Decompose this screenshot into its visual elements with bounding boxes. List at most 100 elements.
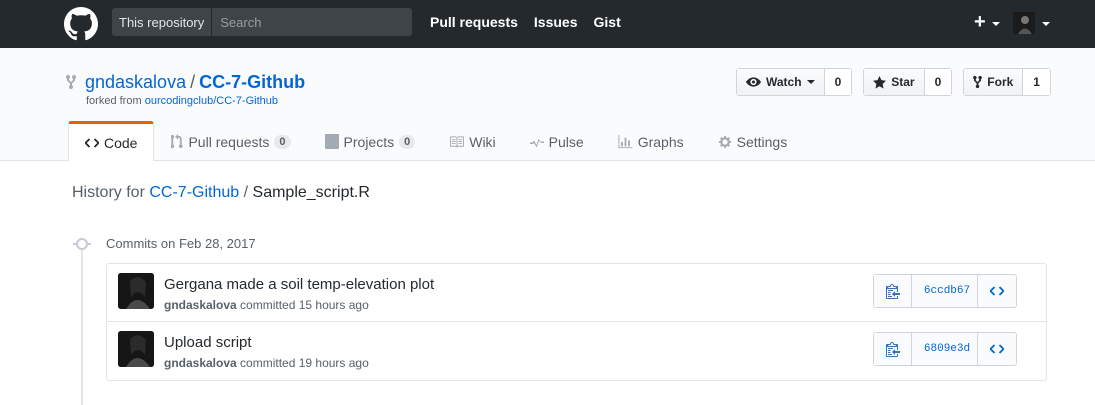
tab-label: Settings bbox=[736, 133, 788, 150]
tab-projects[interactable]: Projects 0 bbox=[308, 121, 433, 161]
chevron-down-icon bbox=[806, 80, 815, 84]
fork-group: Fork 1 bbox=[963, 68, 1051, 96]
top-header: This repository Pull requests Issues Gis… bbox=[0, 0, 1095, 48]
nav-pull-requests[interactable]: Pull requests bbox=[430, 14, 518, 30]
star-group: Star 0 bbox=[863, 68, 953, 96]
repo-header: gndaskalova / CC-7-Github forked from ourc… bbox=[0, 48, 1095, 161]
code-icon bbox=[85, 137, 99, 148]
search-input[interactable] bbox=[212, 14, 393, 30]
tab-pulse[interactable]: Pulse bbox=[513, 121, 601, 161]
top-nav: Pull requests Issues Gist bbox=[430, 14, 637, 30]
fork-count[interactable]: 1 bbox=[1023, 69, 1050, 95]
tab-label: Pulse bbox=[548, 133, 584, 150]
commit-meta: gndaskalova committed 19 hours ago bbox=[164, 356, 369, 370]
watch-count[interactable]: 0 bbox=[824, 69, 852, 95]
forked-from-prefix: forked from bbox=[86, 95, 142, 107]
tab-label: Projects bbox=[343, 133, 395, 150]
forked-from-link[interactable]: ourcodingclub/CC-7-Github bbox=[145, 95, 278, 107]
commit-title[interactable]: Upload script bbox=[164, 334, 252, 351]
tab-pull-requests[interactable]: Pull requests 0 bbox=[154, 121, 307, 161]
browse-files-button[interactable] bbox=[977, 274, 1017, 308]
tab-counter: 0 bbox=[399, 134, 416, 149]
graph-icon bbox=[618, 134, 633, 148]
commit-sha-group: 6809e3d bbox=[873, 332, 983, 366]
repo-title: gndaskalova / CC-7-Github bbox=[85, 72, 305, 93]
git-pull-request-icon bbox=[171, 134, 184, 149]
commit-title[interactable]: Gergana made a soil temp-elevation plot bbox=[164, 276, 434, 293]
avatar-image bbox=[118, 331, 154, 367]
git-commit-icon bbox=[76, 238, 88, 250]
history-file: Sample_script.R bbox=[252, 184, 370, 201]
project-icon bbox=[324, 134, 339, 149]
tab-label: Wiki bbox=[469, 133, 496, 150]
watch-button[interactable]: Watch bbox=[737, 69, 825, 95]
user-avatar[interactable] bbox=[1013, 12, 1035, 34]
pulse-icon bbox=[529, 138, 544, 147]
create-new-menu[interactable]: + bbox=[974, 11, 1000, 34]
star-icon bbox=[873, 75, 887, 88]
history-repo-link[interactable]: CC-7-Github bbox=[149, 184, 239, 201]
search-box: This repository bbox=[112, 8, 412, 36]
commit-sha-link[interactable]: 6809e3d bbox=[912, 333, 982, 365]
browse-files-button[interactable] bbox=[977, 332, 1017, 366]
search-scope-label: This repository bbox=[112, 8, 213, 36]
book-icon bbox=[450, 135, 465, 148]
fork-button[interactable]: Fork bbox=[964, 69, 1024, 95]
code-icon bbox=[990, 344, 1004, 354]
clippy-icon bbox=[885, 284, 900, 299]
commit-author-avatar[interactable] bbox=[118, 273, 154, 309]
tab-code[interactable]: Code bbox=[68, 121, 155, 161]
commit-author-avatar[interactable] bbox=[118, 331, 154, 367]
star-label: Star bbox=[891, 75, 915, 89]
fork-label: Fork bbox=[987, 75, 1014, 89]
avatar-image bbox=[1013, 12, 1035, 34]
copy-sha-button[interactable] bbox=[874, 333, 912, 365]
github-logo-icon[interactable] bbox=[64, 7, 98, 41]
gear-icon bbox=[718, 135, 731, 148]
repo-actions: Watch 0 Star 0 Fork 1 bbox=[725, 68, 1051, 96]
history-breadcrumb: History for CC-7-Github / Sample_script.… bbox=[72, 184, 370, 202]
chevron-down-icon[interactable] bbox=[1042, 22, 1050, 26]
repo-forked-icon bbox=[973, 75, 983, 89]
commit-time: committed 19 hours ago bbox=[240, 356, 369, 370]
watch-group: Watch 0 bbox=[736, 68, 853, 96]
plus-icon: + bbox=[974, 11, 986, 33]
clippy-icon bbox=[885, 342, 900, 357]
tab-counter: 0 bbox=[274, 134, 291, 149]
copy-sha-button[interactable] bbox=[874, 275, 912, 307]
commit-author[interactable]: gndaskalova bbox=[164, 356, 237, 370]
commit-time: committed 15 hours ago bbox=[240, 298, 369, 312]
repo-title-separator: / bbox=[190, 72, 196, 92]
star-count[interactable]: 0 bbox=[924, 69, 952, 95]
chevron-down-icon bbox=[992, 22, 1000, 26]
repo-owner-link[interactable]: gndaskalova bbox=[85, 72, 186, 92]
commits-date-heading: Commits on Feb 28, 2017 bbox=[106, 236, 256, 251]
avatar-image bbox=[118, 273, 154, 309]
tab-label: Code bbox=[104, 134, 138, 151]
star-button[interactable]: Star bbox=[864, 69, 925, 95]
commit-list: Gergana made a soil temp-elevation plot … bbox=[106, 263, 1047, 381]
eye-icon bbox=[746, 77, 761, 87]
repo-tabs: Code Pull requests 0 Projects 0 Wiki Pulse… bbox=[68, 121, 804, 161]
tab-wiki[interactable]: Wiki bbox=[432, 121, 512, 161]
repo-forked-icon bbox=[66, 74, 76, 90]
tab-graphs[interactable]: Graphs bbox=[601, 121, 701, 161]
tab-label: Pull requests bbox=[188, 133, 270, 150]
watch-label: Watch bbox=[766, 75, 802, 89]
history-separator: / bbox=[243, 184, 249, 201]
repo-name-link[interactable]: CC-7-Github bbox=[199, 72, 305, 92]
forked-from: forked from ourcodingclub/CC-7-Github bbox=[86, 95, 278, 107]
commit-row: Upload script gndaskalova committed 19 h… bbox=[107, 322, 1046, 380]
nav-gist[interactable]: Gist bbox=[594, 14, 621, 30]
commit-sha-group: 6ccdb67 bbox=[873, 274, 983, 308]
commit-sha-link[interactable]: 6ccdb67 bbox=[912, 275, 982, 307]
timeline-line bbox=[81, 243, 83, 405]
nav-issues[interactable]: Issues bbox=[534, 14, 578, 30]
history-prefix: History for bbox=[72, 184, 145, 201]
code-icon bbox=[990, 286, 1004, 296]
tab-label: Graphs bbox=[637, 133, 684, 150]
commit-author[interactable]: gndaskalova bbox=[164, 298, 237, 312]
commit-row: Gergana made a soil temp-elevation plot … bbox=[107, 264, 1046, 322]
commit-meta: gndaskalova committed 15 hours ago bbox=[164, 298, 369, 312]
tab-settings[interactable]: Settings bbox=[701, 121, 805, 161]
